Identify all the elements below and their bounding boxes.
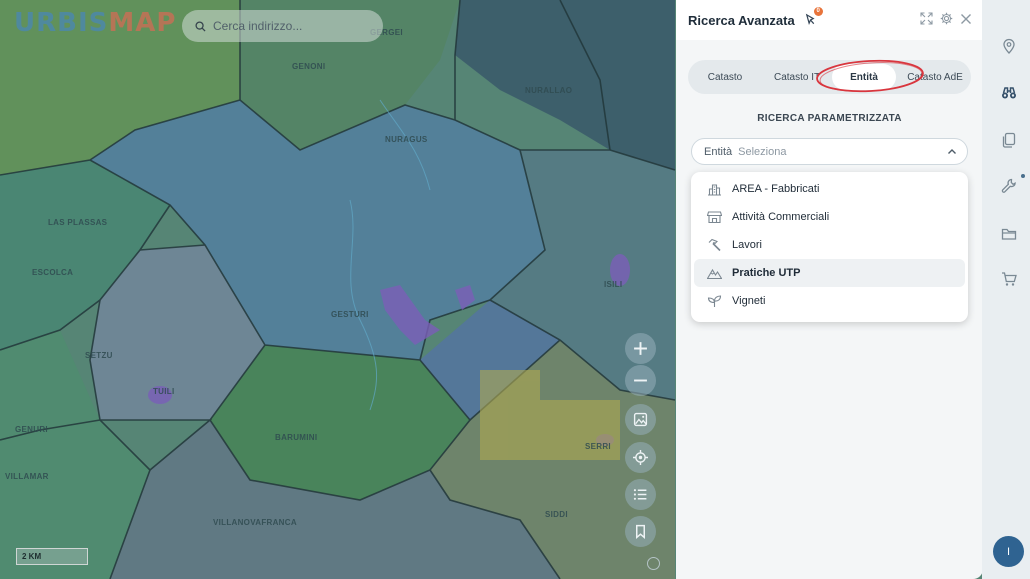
menu-item-attivita-commerciali[interactable]: Attività Commerciali [694,203,965,231]
tab-catasto[interactable]: Catasto [692,60,758,94]
menu-item-label: Pratiche UTP [732,267,801,279]
pin-list-icon[interactable]: 0 [804,7,823,27]
basemap-button[interactable] [625,404,656,435]
map-place-label: SERRI [585,442,611,451]
user-avatar[interactable]: I [993,536,1024,567]
store-icon [707,210,722,224]
map-place-label: SIDDI [545,510,568,519]
map-place-label: GESTURI [331,310,369,319]
close-icon[interactable] [960,12,973,25]
panel-title: Ricerca Avanzata [688,12,795,28]
entity-select-placeholder: Seleziona [738,145,787,158]
settings-gear-icon[interactable] [940,12,953,25]
zoom-out-button[interactable] [625,365,656,396]
image-icon [633,412,648,427]
mountain-icon [707,266,722,280]
menu-item-lavori[interactable]: Lavori [694,231,965,259]
bookmark-icon [636,524,645,539]
section-title: RICERCA PARAMETRIZZATA [757,113,902,124]
map-place-label: SETZU [85,351,113,360]
menu-item-label: Lavori [732,239,762,251]
map-place-label: NURALLAO [525,86,573,95]
plus-icon [634,342,647,355]
crosshair-icon [633,450,648,465]
app-logo: URBISMAP [14,8,177,38]
map-place-label: VILLANOVAFRANCA [213,518,297,527]
list-icon [633,489,647,500]
binoculars-icon[interactable] [1001,85,1017,101]
cart-icon[interactable] [1001,271,1017,287]
map-scale-bar: 2 KM [16,548,88,565]
map-place-label: VILLAMAR [5,472,49,481]
menu-item-label: Attività Commerciali [732,211,830,223]
copy-document-icon[interactable] [1001,132,1017,148]
map-place-label: BARUMINI [275,433,318,442]
attribution-icon[interactable] [647,557,660,570]
map-place-label: LAS PLASSAS [48,218,108,227]
folder-icon[interactable] [1001,226,1017,242]
locate-me-button[interactable] [625,442,656,473]
map-place-label: ISILI [604,280,623,289]
layers-list-button[interactable] [625,479,656,510]
highlight-ring [816,59,924,93]
expand-icon[interactable] [920,12,933,25]
hammer-icon [707,238,722,252]
menu-item-label: AREA - Fabbricati [732,183,820,195]
map-place-label: NURAGUS [385,135,428,144]
map-place-label: GENURI [15,425,48,434]
location-pin-icon[interactable] [1001,38,1017,54]
panel-header: Ricerca Avanzata 0 [676,0,983,40]
minus-icon [634,379,647,382]
entity-dropdown-menu: AREA - Fabbricati Attività Commerciali L… [691,172,968,322]
notification-dot [1021,174,1025,178]
map-place-label: TUILI [153,387,175,396]
address-search-input[interactable] [213,19,363,33]
menu-item-pratiche-utp[interactable]: Pratiche UTP [694,259,965,287]
pin-count-badge: 0 [813,7,823,16]
right-toolbar [982,0,1030,579]
entity-select-label: Entità [704,145,733,158]
entity-select[interactable]: Entità Seleziona [691,138,968,165]
bookmark-button[interactable] [625,516,656,547]
leaf-icon [707,294,722,308]
address-search-bar[interactable] [182,10,383,42]
menu-item-label: Vigneti [732,295,766,307]
map-place-label: ESCOLCA [32,268,74,277]
wrench-icon[interactable] [1001,178,1017,194]
menu-item-area-fabbricati[interactable]: AREA - Fabbricati [694,175,965,203]
map-place-label: GENONI [292,62,326,71]
menu-item-vigneti[interactable]: Vigneti [694,287,965,315]
building-icon [707,182,722,196]
search-icon [195,20,206,32]
zoom-in-button[interactable] [625,333,656,364]
chevron-up-icon [947,147,957,157]
